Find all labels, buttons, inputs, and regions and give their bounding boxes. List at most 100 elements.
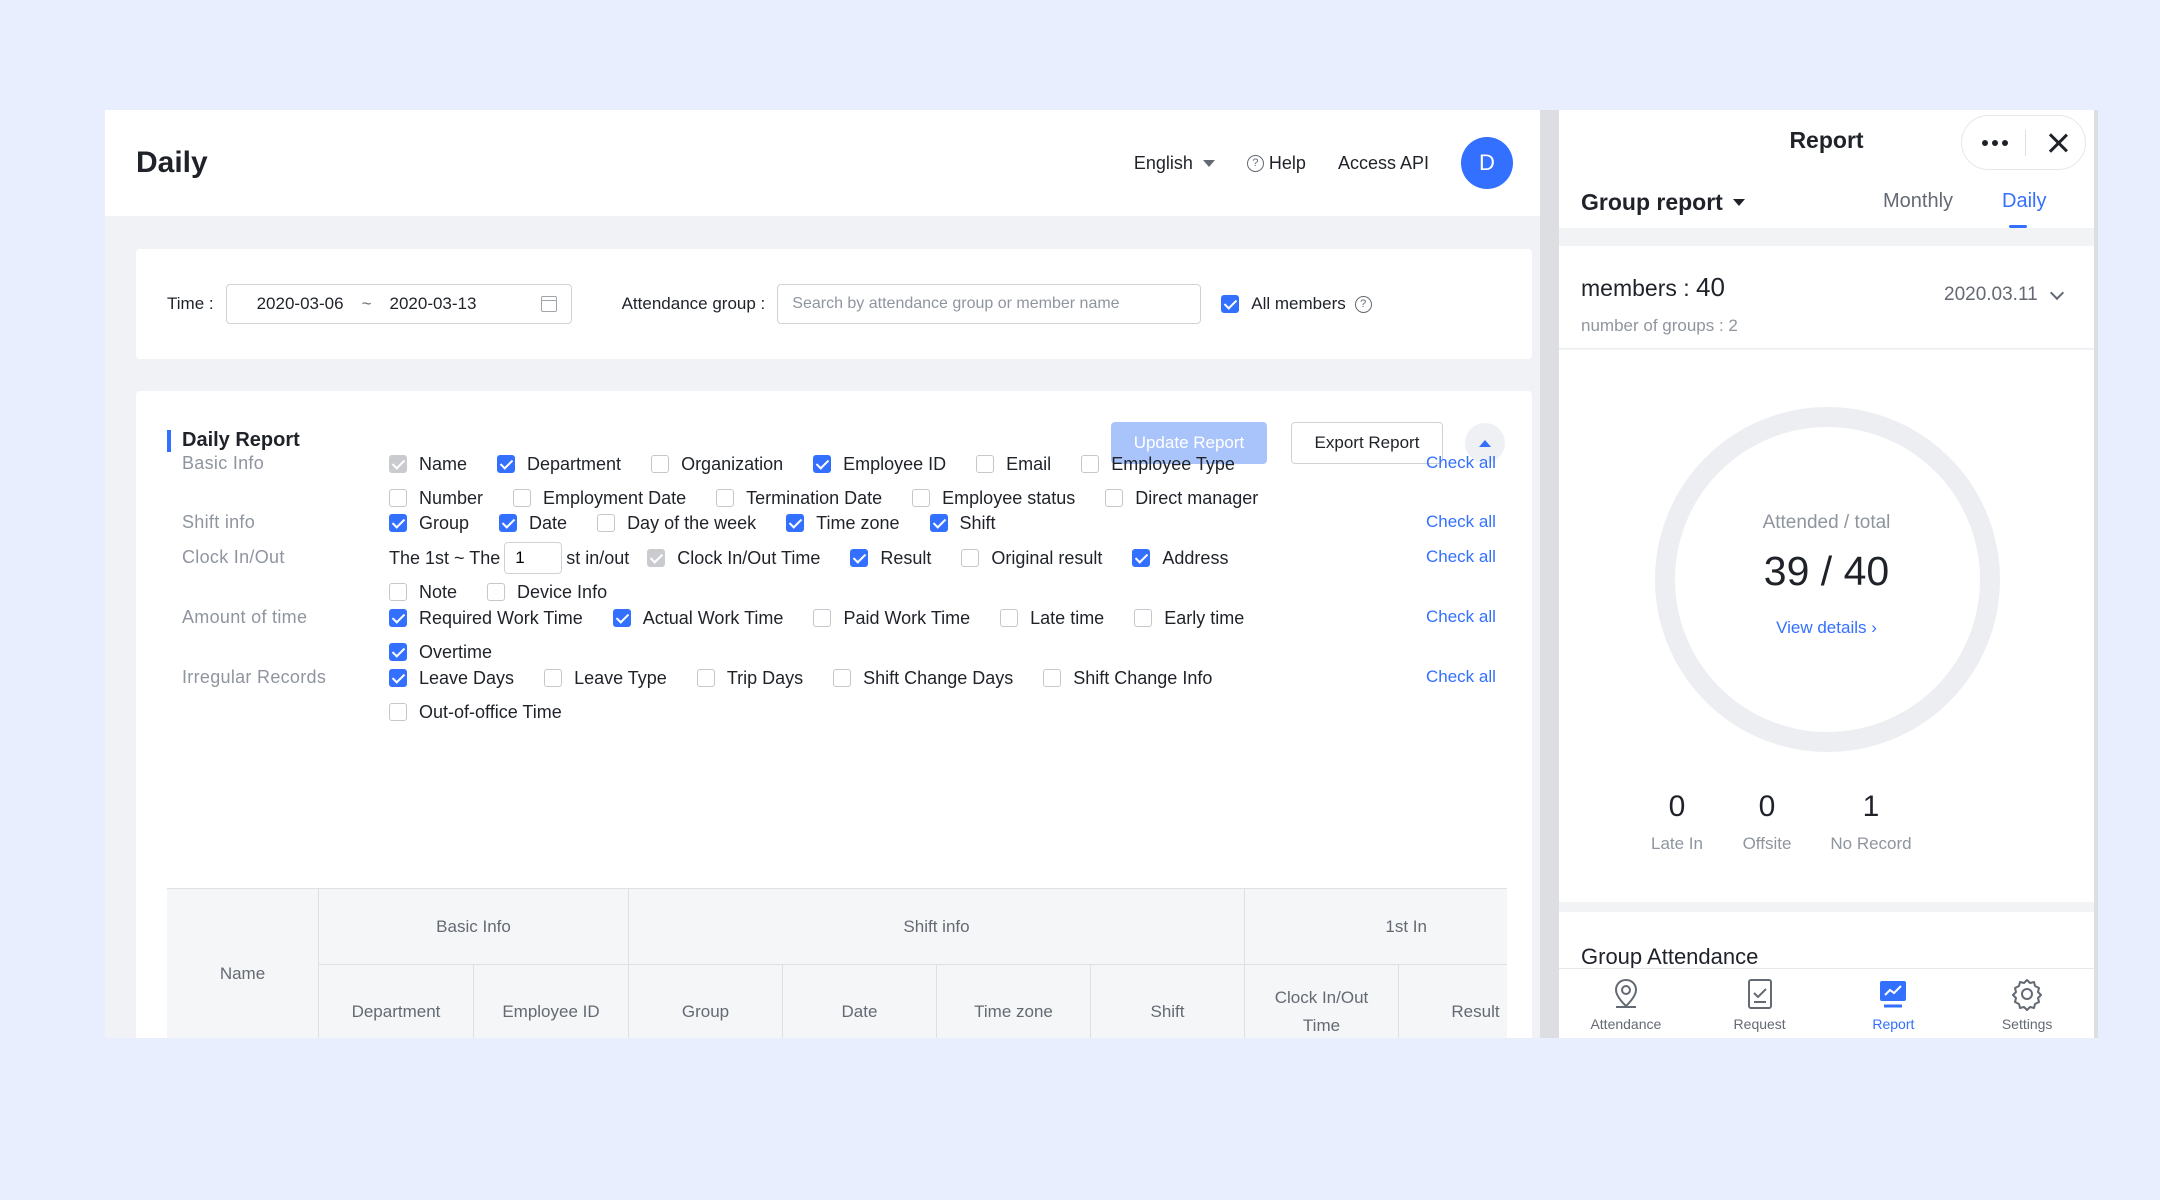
option-checkbox-item[interactable]: Address xyxy=(1132,548,1228,569)
checkbox[interactable] xyxy=(961,549,980,567)
checkbox[interactable] xyxy=(833,669,852,687)
all-members-toggle[interactable]: All members ? xyxy=(1221,294,1376,314)
option-checkbox-item[interactable]: Actual Work Time xyxy=(612,608,783,629)
nav-settings[interactable]: Settings xyxy=(1960,969,2094,1038)
table-column-header[interactable]: Shift xyxy=(1091,965,1245,1038)
checkbox[interactable] xyxy=(389,583,407,601)
check-all-link[interactable]: Check all xyxy=(1426,667,1496,687)
date-selector[interactable]: 2020.03.11 xyxy=(1944,284,2064,306)
checkbox[interactable] xyxy=(612,609,631,627)
option-checkbox-item[interactable]: Clock In/Out Time xyxy=(647,548,820,569)
date-range-picker[interactable]: 2020-03-06 ~ 2020-03-13 xyxy=(225,284,572,324)
tab-daily[interactable]: Daily xyxy=(2002,190,2046,213)
option-checkbox-item[interactable]: Department xyxy=(497,454,621,475)
checkbox[interactable] xyxy=(513,489,532,507)
stat-no-record[interactable]: 1 No Record xyxy=(1806,790,1936,854)
option-checkbox-item[interactable]: Employee ID xyxy=(813,454,946,475)
checkbox[interactable] xyxy=(813,609,832,627)
option-checkbox-item[interactable]: Email xyxy=(976,454,1051,475)
access-api-link[interactable]: Access API xyxy=(1338,153,1429,174)
checkbox[interactable] xyxy=(597,514,616,532)
table-column-header[interactable]: Group xyxy=(629,965,783,1038)
checkbox[interactable] xyxy=(497,455,516,473)
avatar[interactable]: D xyxy=(1461,137,1513,189)
option-checkbox-item[interactable]: Leave Days xyxy=(389,668,514,689)
help-link[interactable]: ? Help xyxy=(1246,153,1306,174)
option-checkbox-item[interactable]: Early time xyxy=(1134,608,1244,629)
checkbox[interactable] xyxy=(696,669,715,687)
checkbox[interactable] xyxy=(389,514,407,532)
checkbox[interactable] xyxy=(487,583,506,601)
tab-monthly[interactable]: Monthly xyxy=(1883,190,1953,213)
help-icon[interactable]: ? xyxy=(1354,295,1372,313)
checkbox[interactable] xyxy=(389,669,407,687)
checkbox[interactable] xyxy=(1105,489,1124,507)
view-details-link[interactable]: View details › xyxy=(1559,618,2094,638)
checkbox[interactable] xyxy=(813,455,832,473)
table-column-header[interactable]: Clock In/Out Time xyxy=(1245,965,1399,1038)
checkbox[interactable] xyxy=(389,489,407,507)
check-all-link[interactable]: Check all xyxy=(1426,453,1496,473)
option-checkbox-item[interactable]: Device Info xyxy=(487,582,607,603)
checkbox[interactable] xyxy=(716,489,735,507)
option-checkbox-item[interactable]: Date xyxy=(499,513,567,534)
checkbox[interactable] xyxy=(1043,669,1062,687)
checkbox[interactable] xyxy=(544,669,563,687)
nav-request[interactable]: Request xyxy=(1693,969,1827,1038)
option-checkbox-item[interactable]: Paid Work Time xyxy=(813,608,970,629)
option-checkbox-item[interactable]: Time zone xyxy=(786,513,900,534)
option-checkbox-item[interactable]: Day of the week xyxy=(597,513,756,534)
all-members-checkbox[interactable] xyxy=(1221,295,1240,313)
table-column-header[interactable]: Employee ID xyxy=(474,965,629,1038)
option-checkbox-item[interactable]: Trip Days xyxy=(696,668,803,689)
option-checkbox-item[interactable]: Original result xyxy=(961,548,1102,569)
option-checkbox-item[interactable]: Shift xyxy=(929,513,996,534)
checkbox[interactable] xyxy=(499,514,518,532)
option-checkbox-item[interactable]: Required Work Time xyxy=(389,608,583,629)
option-checkbox-item[interactable]: Leave Type xyxy=(544,668,667,689)
nav-report[interactable]: Report xyxy=(1827,969,1961,1038)
option-checkbox-item[interactable]: Organization xyxy=(651,454,783,475)
checkbox[interactable] xyxy=(389,703,407,721)
more-icon[interactable] xyxy=(1982,139,2008,146)
checkbox[interactable] xyxy=(786,514,805,532)
checkbox[interactable] xyxy=(912,489,931,507)
checkbox[interactable] xyxy=(850,549,869,567)
checkbox[interactable] xyxy=(976,455,995,473)
option-checkbox-item[interactable]: Overtime xyxy=(389,642,492,663)
checkbox xyxy=(647,549,666,567)
checkbox[interactable] xyxy=(1132,549,1151,567)
clock-count-input[interactable] xyxy=(504,542,563,574)
nav-attendance[interactable]: Attendance xyxy=(1559,969,1693,1038)
checkbox[interactable] xyxy=(1000,609,1019,627)
option-checkbox-item[interactable]: Note xyxy=(389,582,457,603)
table-column-header[interactable]: Time zone xyxy=(937,965,1091,1038)
option-checkbox-item[interactable]: Group xyxy=(389,513,469,534)
table-column-header[interactable]: Result xyxy=(1399,965,1507,1038)
check-all-link[interactable]: Check all xyxy=(1426,607,1496,627)
checkbox[interactable] xyxy=(1081,455,1100,473)
table-column-header[interactable]: Department xyxy=(319,965,474,1038)
checkbox[interactable] xyxy=(651,455,670,473)
close-icon[interactable] xyxy=(2048,133,2068,153)
checkbox[interactable] xyxy=(389,643,407,661)
check-all-link[interactable]: Check all xyxy=(1426,512,1496,532)
table-column-header[interactable]: Date xyxy=(783,965,937,1038)
language-selector[interactable]: English xyxy=(1134,153,1215,174)
option-checkbox-item[interactable]: Shift Change Days xyxy=(833,668,1013,689)
option-checkbox-item[interactable]: Result xyxy=(850,548,931,569)
option-checkbox-item[interactable]: Out-of-office Time xyxy=(389,702,562,723)
export-report-button[interactable]: Export Report xyxy=(1291,422,1443,464)
option-checkbox-item[interactable]: Name xyxy=(389,454,467,475)
checkbox[interactable] xyxy=(1134,609,1153,627)
attendance-group-search-input[interactable] xyxy=(777,284,1202,324)
table-header-name[interactable]: Name xyxy=(167,889,319,1038)
checkbox[interactable] xyxy=(929,514,948,532)
check-all-link[interactable]: Check all xyxy=(1426,547,1496,567)
option-checkbox-item[interactable]: Employee Type xyxy=(1081,454,1235,475)
option-checkbox-item[interactable]: Late time xyxy=(1000,608,1104,629)
checkbox[interactable] xyxy=(389,609,407,627)
group-report-selector[interactable]: Group report xyxy=(1581,189,1745,216)
option-checkbox-item[interactable]: Direct manager xyxy=(1105,488,1258,509)
option-checkbox-item[interactable]: Shift Change Info xyxy=(1043,668,1212,689)
